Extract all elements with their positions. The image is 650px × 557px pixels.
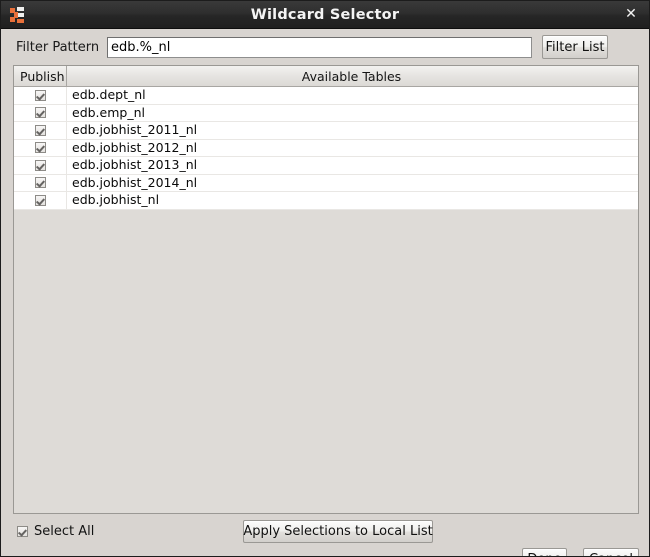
table-row[interactable]: edb.jobhist_2013_nl [14, 157, 638, 175]
window-title: Wildcard Selector [250, 6, 400, 23]
filter-pattern-label: Filter Pattern [16, 40, 100, 55]
table-header-row: Publish Available Tables [14, 66, 638, 87]
table-row[interactable]: edb.emp_nl [14, 104, 638, 122]
publish-checkbox[interactable] [34, 124, 46, 136]
done-button[interactable]: Done [522, 548, 567, 556]
title-bar: Wildcard Selector ✕ [1, 1, 649, 29]
table-name-cell: edb.jobhist_2014_nl [72, 174, 198, 190]
available-tables-panel: Publish Available Tables edb.dept_nl edb.… [13, 65, 639, 514]
publish-checkbox[interactable] [34, 142, 46, 154]
select-all-checkbox[interactable] [17, 526, 28, 537]
filter-list-button[interactable]: Filter List [542, 35, 608, 59]
publish-cell[interactable] [14, 174, 67, 191]
table-row[interactable]: edb.jobhist_2014_nl [14, 174, 638, 192]
table-row[interactable]: edb.dept_nl [14, 87, 638, 105]
app-icon [9, 6, 27, 24]
publish-cell[interactable] [14, 157, 67, 174]
wildcard-selector-dialog: Wildcard Selector ✕ Filter Pattern Filte… [0, 0, 650, 557]
column-header-available-tables[interactable]: Available Tables [67, 66, 638, 86]
publish-checkbox[interactable] [34, 177, 46, 189]
table-row[interactable]: edb.jobhist_2012_nl [14, 139, 638, 157]
table-name-cell: edb.jobhist_2011_nl [72, 122, 198, 138]
select-all-label: Select All [34, 524, 95, 539]
column-header-publish[interactable]: Publish [14, 66, 67, 86]
publish-checkbox[interactable] [34, 89, 46, 101]
dialog-content: Filter Pattern Filter List Publish Avail… [1, 29, 649, 556]
table-row[interactable]: edb.jobhist_nl [14, 192, 638, 210]
apply-selections-button[interactable]: Apply Selections to Local List [243, 520, 433, 543]
cancel-button[interactable]: Cancel [583, 548, 639, 556]
publish-checkbox[interactable] [34, 107, 46, 119]
publish-cell[interactable] [14, 192, 67, 209]
publish-checkbox[interactable] [34, 159, 46, 171]
table-name-cell: edb.jobhist_2013_nl [72, 157, 198, 173]
table-row[interactable]: edb.jobhist_2011_nl [14, 122, 638, 140]
table-name-cell: edb.dept_nl [72, 87, 146, 103]
filter-row: Filter Pattern Filter List [1, 29, 649, 65]
publish-cell[interactable] [14, 104, 67, 121]
close-icon[interactable]: ✕ [622, 5, 640, 23]
filter-pattern-input[interactable] [107, 37, 532, 58]
table-body: edb.dept_nl edb.emp_nl edb.jobhist_2011_nl… [14, 87, 638, 513]
publish-cell[interactable] [14, 139, 67, 156]
select-all-control[interactable]: Select All [17, 524, 94, 539]
publish-checkbox[interactable] [34, 194, 46, 206]
publish-cell[interactable] [14, 122, 67, 139]
table-name-cell: edb.jobhist_nl [72, 192, 160, 208]
publish-cell[interactable] [14, 87, 67, 104]
table-name-cell: edb.jobhist_2012_nl [72, 139, 198, 155]
table-name-cell: edb.emp_nl [72, 104, 145, 120]
